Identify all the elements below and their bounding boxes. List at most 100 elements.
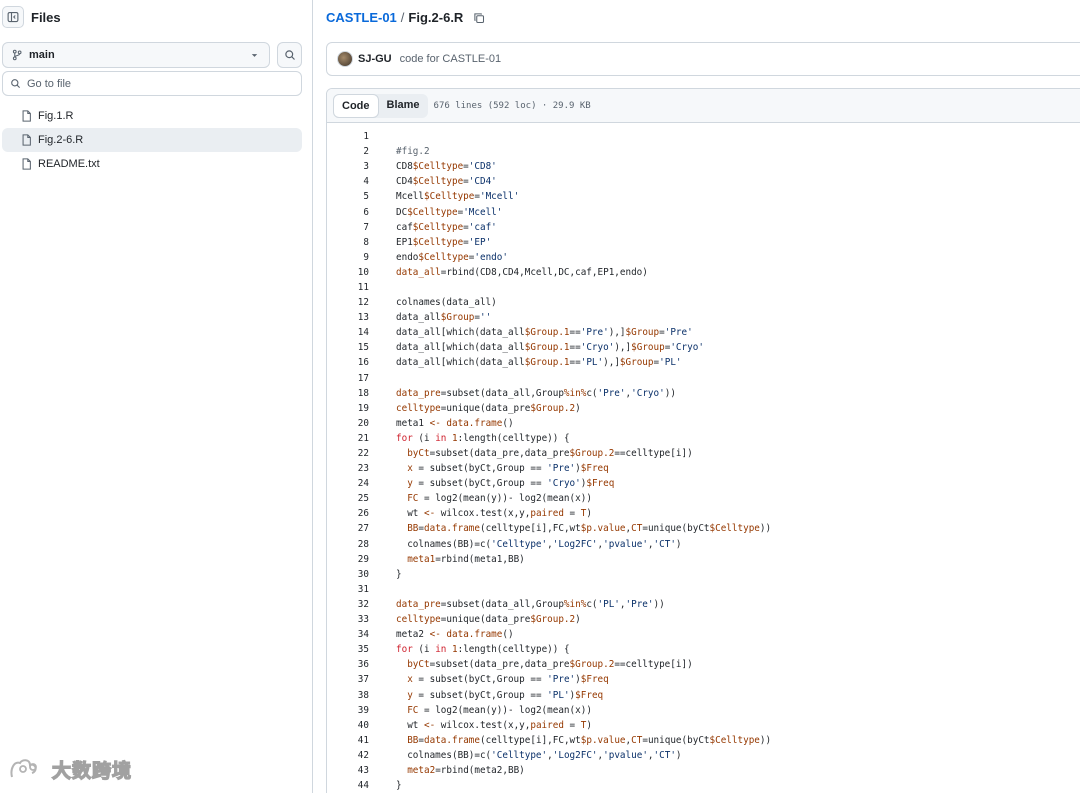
code-token: #fig.2 [396, 146, 430, 158]
code-token: $Celltype [407, 206, 458, 218]
line-number[interactable]: 28 [327, 539, 369, 550]
code-token: wilcox.test(x,y, [435, 719, 531, 731]
file-item-fig2-6[interactable]: Fig.2-6.R [2, 128, 302, 152]
code-lines[interactable]: 1 2 #fig.2 3 CD8$Celltype='CD8' 4 CD4$Celltype… [327, 123, 1080, 793]
code-token: (i [412, 432, 436, 444]
code-token: =rbind(meta1,BB) [435, 553, 525, 565]
code-line: 17 [327, 371, 1080, 386]
code-token: ) [586, 719, 592, 731]
line-number[interactable]: 12 [327, 297, 369, 308]
line-number[interactable]: 34 [327, 629, 369, 640]
line-number[interactable]: 22 [327, 448, 369, 459]
line-source: meta1=rbind(meta1,BB) [396, 554, 525, 565]
code-line: 21 for (i in 1:length(celltype)) { [327, 431, 1080, 446]
line-number[interactable]: 31 [327, 584, 369, 595]
code-line: 44} [327, 778, 1080, 793]
watermark-logo [10, 758, 37, 777]
commit-author[interactable]: SJ-GU [358, 53, 392, 65]
code-token: )) [759, 523, 772, 535]
code-token: :length(celltype)) { [457, 432, 570, 444]
line-number[interactable]: 14 [327, 327, 369, 338]
code-line: 29 meta1=rbind(meta1,BB) [327, 552, 1080, 567]
code-token: ),] [608, 327, 626, 339]
breadcrumb-separator: / [400, 10, 405, 25]
code-token: ) [586, 508, 592, 520]
code-token: 'pvalue' [603, 538, 648, 550]
line-number[interactable]: 30 [327, 569, 369, 580]
file-item-fig1[interactable]: Fig.1.R [2, 104, 302, 128]
line-number[interactable]: 25 [327, 493, 369, 504]
line-number[interactable]: 3 [327, 161, 369, 172]
breadcrumb-repo-link[interactable]: CASTLE-01 [326, 10, 397, 25]
line-number[interactable]: 8 [327, 237, 369, 248]
line-number[interactable]: 40 [327, 720, 369, 731]
code-token: == [569, 342, 581, 354]
line-number[interactable]: 13 [327, 312, 369, 323]
line-number[interactable]: 17 [327, 373, 369, 384]
line-number[interactable]: 36 [327, 659, 369, 670]
line-number[interactable]: 7 [327, 222, 369, 233]
code-token: data_all[which(data_all [396, 327, 525, 339]
line-number[interactable]: 21 [327, 433, 369, 444]
line-number[interactable]: 37 [327, 674, 369, 685]
line-number[interactable]: 18 [327, 388, 369, 399]
line-source: data_all[which(data_all$Group.1=='PL'),]… [396, 357, 682, 368]
line-number[interactable]: 1 [327, 131, 369, 142]
code-token: ) [675, 538, 682, 550]
line-number[interactable]: 16 [327, 357, 369, 368]
line-number[interactable]: 43 [327, 765, 369, 776]
line-source: data_pre=subset(data_all,Group%in%c('PL'… [396, 599, 665, 610]
line-number[interactable]: 4 [327, 176, 369, 187]
file-item-readme[interactable]: README.txt [2, 152, 302, 176]
line-number[interactable]: 32 [327, 599, 369, 610]
line-number[interactable]: 38 [327, 690, 369, 701]
code-token: () [502, 417, 514, 429]
line-number[interactable]: 9 [327, 252, 369, 263]
line-number[interactable]: 20 [327, 418, 369, 429]
go-to-file-input[interactable] [27, 77, 287, 90]
code-token: paired [530, 719, 564, 731]
line-number[interactable]: 27 [327, 523, 369, 534]
branch-selector-button[interactable]: main [2, 42, 270, 68]
code-token: BB [407, 523, 419, 535]
line-number[interactable]: 6 [327, 207, 369, 218]
tab-code[interactable]: Code [333, 93, 379, 118]
line-number[interactable]: 10 [327, 267, 369, 278]
code-line: 41 BB=data.frame(celltype[i],FC,wt$p.val… [327, 733, 1080, 748]
line-number[interactable]: 41 [327, 735, 369, 746]
line-number[interactable]: 23 [327, 463, 369, 474]
line-number[interactable]: 42 [327, 750, 369, 761]
line-number[interactable]: 26 [327, 508, 369, 519]
git-branch-icon [12, 49, 22, 61]
copy-icon [474, 12, 485, 23]
line-number[interactable]: 29 [327, 554, 369, 565]
search-button[interactable] [277, 42, 302, 68]
line-number[interactable]: 44 [327, 780, 369, 791]
line-number[interactable]: 24 [327, 478, 369, 489]
line-source: #fig.2 [396, 146, 430, 157]
line-number[interactable]: 35 [327, 644, 369, 655]
sidebar-collapse-button[interactable] [2, 6, 24, 28]
line-number[interactable]: 15 [327, 342, 369, 353]
tab-blame[interactable]: Blame [379, 94, 428, 118]
line-number[interactable]: 39 [327, 705, 369, 716]
copy-path-button[interactable] [473, 12, 485, 24]
line-number[interactable]: 11 [327, 282, 369, 293]
line-number[interactable]: 5 [327, 191, 369, 202]
line-source: byCt=subset(data_pre,data_pre$Group.2==c… [396, 659, 692, 670]
code-token: meta2 [396, 629, 430, 641]
code-line: 30} [327, 567, 1080, 582]
code-token: 'PL' [547, 689, 570, 701]
line-source: x = subset(byCt,Group == 'Pre')$Freq [396, 674, 609, 685]
line-number[interactable]: 33 [327, 614, 369, 625]
commit-message[interactable]: code for CASTLE-01 [400, 53, 502, 65]
line-number[interactable]: 19 [327, 403, 369, 414]
avatar[interactable] [337, 51, 353, 67]
go-to-file-field[interactable] [2, 71, 302, 96]
line-number[interactable]: 2 [327, 146, 369, 157]
code-token: data_all [396, 312, 441, 324]
line-source: caf$Celltype='caf' [396, 222, 497, 233]
code-token: 'Celltype' [491, 749, 548, 761]
